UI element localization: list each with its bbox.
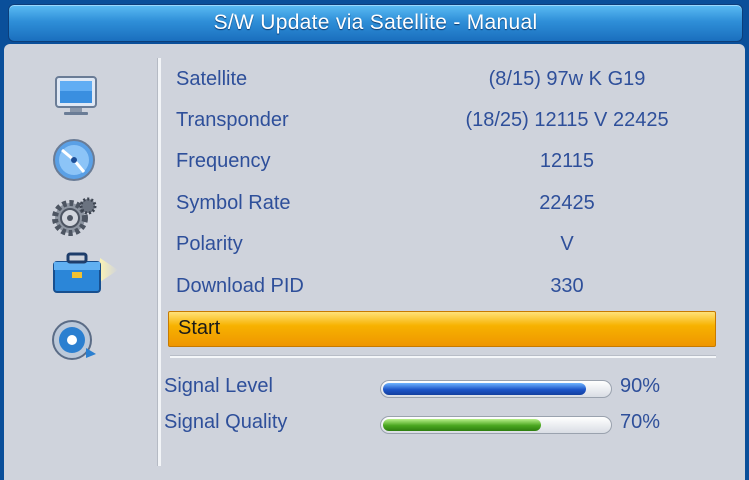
signal-level-percent: 90%: [620, 375, 661, 397]
signal-quality-fill: [383, 419, 541, 431]
field-value: (8/15) 97w K G19: [488, 68, 646, 90]
field-polarity[interactable]: Polarity V: [162, 227, 717, 265]
field-value: V: [560, 233, 574, 255]
field-value: 22425: [539, 192, 595, 214]
satellite-dish-icon[interactable]: [50, 136, 102, 184]
main-panel: Satellite (8/15) 97w K G19 Transponder (…: [4, 44, 745, 480]
field-download-pid[interactable]: Download PID 330: [162, 269, 717, 307]
field-label: Transponder: [176, 109, 289, 131]
field-transponder[interactable]: Transponder (18/25) 12115 V 22425: [162, 103, 717, 141]
field-label: Satellite: [176, 68, 248, 90]
horizontal-divider: [170, 355, 716, 358]
update-settings: Satellite (8/15) 97w K G19 Transponder (…: [162, 44, 745, 480]
settings-gear-icon[interactable]: [50, 192, 102, 240]
signal-quality-label: Signal Quality: [164, 411, 288, 433]
tv-icon[interactable]: [50, 72, 102, 120]
field-label: Polarity: [176, 233, 243, 255]
signal-level: Signal Level 90%: [162, 372, 722, 402]
toolbox-icon[interactable]: [50, 248, 122, 296]
signal-level-fill: [383, 383, 586, 395]
signal-quality-bar: [380, 416, 612, 434]
signal-quality-percent: 70%: [620, 411, 661, 433]
sidebar: [4, 44, 154, 480]
page-title: S/W Update via Satellite - Manual: [213, 11, 538, 34]
field-label: Download PID: [176, 275, 304, 297]
signal-quality: Signal Quality 70%: [162, 408, 722, 438]
field-value: (18/25) 12115 V 22425: [465, 109, 669, 131]
field-satellite[interactable]: Satellite (8/15) 97w K G19: [162, 62, 717, 100]
field-label: Symbol Rate: [176, 192, 291, 214]
start-button[interactable]: Start: [168, 311, 716, 347]
signal-level-bar: [380, 380, 612, 398]
title-bar: S/W Update via Satellite - Manual: [8, 4, 743, 42]
field-frequency[interactable]: Frequency 12115: [162, 144, 717, 182]
field-value: 12115: [539, 150, 595, 172]
field-value: 330: [550, 275, 584, 297]
start-button-label: Start: [178, 317, 221, 339]
field-label: Frequency: [176, 150, 271, 172]
app-window: S/W Update via Satellite - Manual Satell…: [0, 0, 749, 480]
signal-level-label: Signal Level: [164, 375, 273, 397]
media-player-icon[interactable]: [50, 314, 102, 362]
field-symbol-rate[interactable]: Symbol Rate 22425: [162, 186, 717, 224]
vertical-divider: [157, 58, 161, 466]
